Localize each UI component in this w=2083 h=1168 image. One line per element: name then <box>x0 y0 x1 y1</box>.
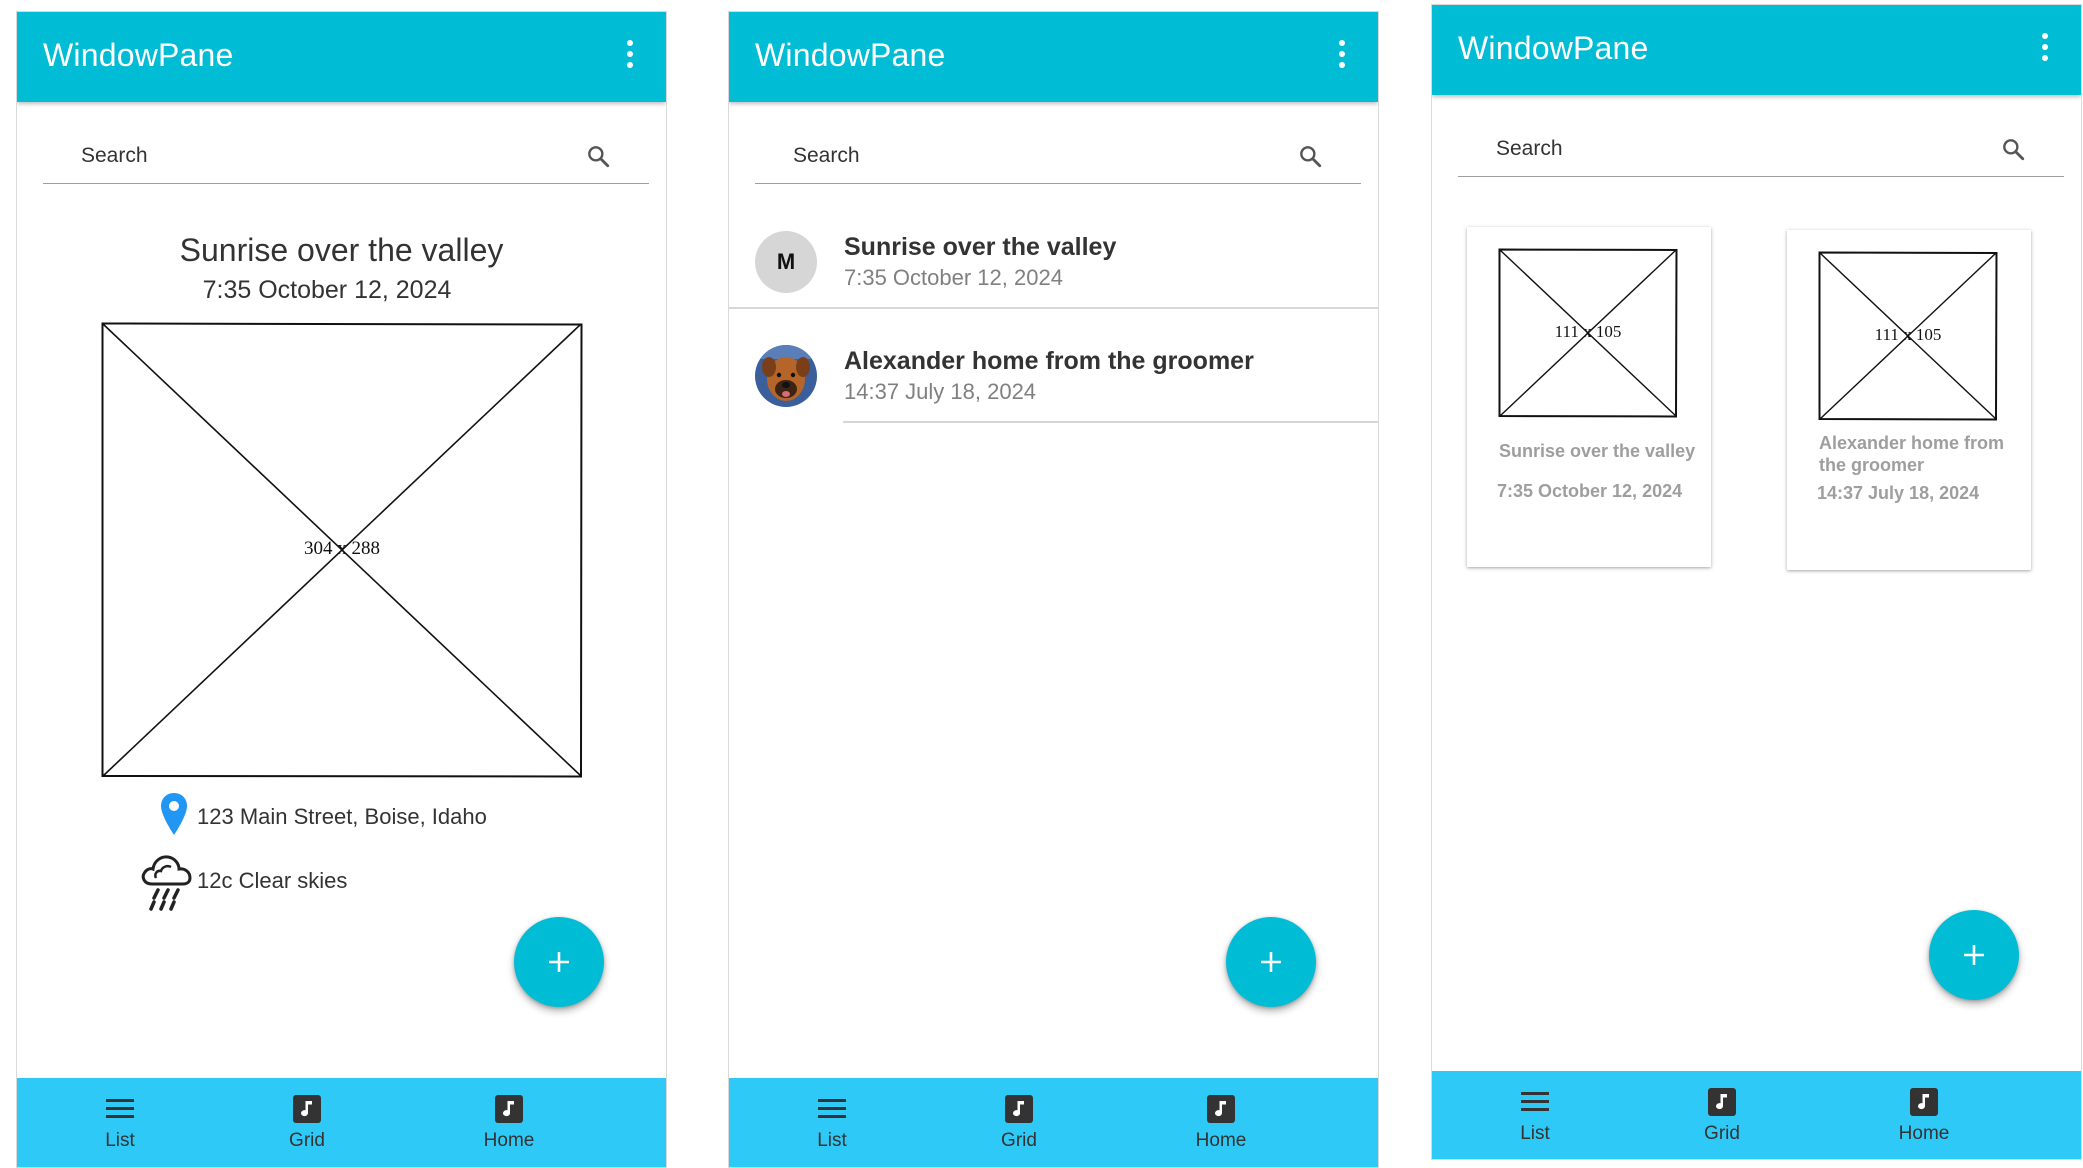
list-icon <box>106 1099 134 1118</box>
list-item-title: Sunrise over the valley <box>844 233 1117 261</box>
more-vert-icon[interactable] <box>624 40 636 74</box>
card-date: 7:35 October 12, 2024 <box>1497 481 1683 501</box>
image-size-label: 304 x 288 <box>304 538 380 559</box>
app-bar: WindowPane <box>1432 5 2081 95</box>
avatar <box>755 345 817 407</box>
image-size-label: 111 x 105 <box>1874 325 1942 344</box>
search-field[interactable]: Search <box>43 126 649 184</box>
grid-screen: WindowPane Search 111 x 105 Sunrise over… <box>1431 4 2082 1160</box>
nav-grid-label: Grid <box>1704 1123 1740 1144</box>
nav-list[interactable]: List <box>782 1078 882 1167</box>
nav-grid[interactable]: Grid <box>969 1078 1069 1167</box>
nav-grid[interactable]: Grid <box>257 1078 357 1167</box>
nav-grid[interactable]: Grid <box>1672 1071 1772 1159</box>
nav-home[interactable]: Home <box>459 1078 559 1167</box>
dog-photo-avatar <box>755 345 817 407</box>
more-vert-icon[interactable] <box>1336 40 1348 74</box>
nav-home[interactable]: Home <box>1874 1071 1974 1159</box>
nav-list-label: List <box>817 1130 847 1151</box>
nav-list-label: List <box>1520 1123 1550 1144</box>
grid-card[interactable]: 111 x 105 Sunrise over the valley 7:35 O… <box>1467 227 1711 567</box>
list-item-title: Alexander home from the groomer <box>844 347 1254 375</box>
weather-text: 12c Clear skies <box>197 868 348 893</box>
search-icon[interactable] <box>2000 136 2026 162</box>
app-bar: WindowPane <box>729 12 1378 102</box>
card-title: Sunrise over the valley <box>1499 441 1696 461</box>
search-input[interactable]: Search <box>81 144 148 168</box>
music-note-icon <box>1910 1088 1938 1116</box>
nav-grid-label: Grid <box>289 1130 325 1151</box>
list-item[interactable]: M Sunrise over the valley 7:35 October 1… <box>729 207 1378 321</box>
search-input[interactable]: Search <box>793 144 860 168</box>
app-title: WindowPane <box>1458 30 1649 66</box>
music-note-icon <box>1005 1095 1033 1123</box>
nav-home-label: Home <box>1898 1123 1950 1144</box>
nav-list[interactable]: List <box>1485 1071 1585 1159</box>
card-image: 111 x 105 <box>1498 248 1678 418</box>
card-image: 111 x 105 <box>1818 251 1998 421</box>
app-bar: WindowPane <box>17 12 666 102</box>
add-icon <box>1261 952 1281 972</box>
nav-home-label: Home <box>1195 1130 1247 1151</box>
add-entry-button[interactable] <box>1929 910 2019 1000</box>
music-note-icon <box>293 1095 321 1123</box>
app-title: WindowPane <box>755 37 946 73</box>
nav-grid-label: Grid <box>1001 1130 1037 1151</box>
search-field[interactable]: Search <box>755 126 1361 184</box>
add-icon <box>1964 945 1984 965</box>
nav-home-label: Home <box>483 1130 535 1151</box>
search-icon[interactable] <box>1297 143 1323 169</box>
list-icon <box>818 1099 846 1118</box>
nav-list[interactable]: List <box>70 1078 170 1167</box>
location-pin-icon <box>161 793 187 835</box>
entry-image: 304 x 288 <box>101 322 583 778</box>
card-title: Alexander home from the groomer <box>1819 433 2005 475</box>
music-note-icon <box>495 1095 523 1123</box>
list-icon <box>1521 1092 1549 1111</box>
list-item-date: 7:35 October 12, 2024 <box>844 265 1063 290</box>
add-entry-button[interactable] <box>514 917 604 1007</box>
location-text: 123 Main Street, Boise, Idaho <box>197 804 487 829</box>
card-date: 14:37 July 18, 2024 <box>1817 483 1980 503</box>
more-vert-icon[interactable] <box>2039 33 2051 67</box>
entry-title: Sunrise over the valley <box>179 232 504 268</box>
nav-list-label: List <box>105 1130 135 1151</box>
add-icon <box>549 952 569 972</box>
add-entry-button[interactable] <box>1226 917 1316 1007</box>
list-item-date: 14:37 July 18, 2024 <box>844 379 1037 404</box>
image-size-label: 111 x 105 <box>1554 322 1622 341</box>
bottom-navigation: List Grid Home <box>17 1078 666 1167</box>
list-screen: WindowPane Search M Sunrise over the val… <box>728 11 1379 1168</box>
list-divider <box>729 307 1378 309</box>
rain-cloud-icon <box>141 855 192 911</box>
search-field[interactable]: Search <box>1458 119 2064 177</box>
list-item[interactable]: Alexander home from the groomer 14:37 Ju… <box>729 321 1378 435</box>
app-title: WindowPane <box>43 37 234 73</box>
search-input[interactable]: Search <box>1496 137 1563 161</box>
nav-home[interactable]: Home <box>1171 1078 1271 1167</box>
detail-screen: WindowPane Search Sunrise over the valle… <box>16 11 667 1168</box>
bottom-navigation: List Grid Home <box>729 1078 1378 1167</box>
search-icon[interactable] <box>585 143 611 169</box>
grid-card[interactable]: 111 x 105 Alexander home from the groome… <box>1787 230 2031 570</box>
entry-date: 7:35 October 12, 2024 <box>202 276 452 304</box>
bottom-navigation: List Grid Home <box>1432 1071 2081 1159</box>
music-note-icon <box>1207 1095 1235 1123</box>
list-divider <box>843 421 1378 423</box>
avatar: M <box>755 231 817 293</box>
music-note-icon <box>1708 1088 1736 1116</box>
